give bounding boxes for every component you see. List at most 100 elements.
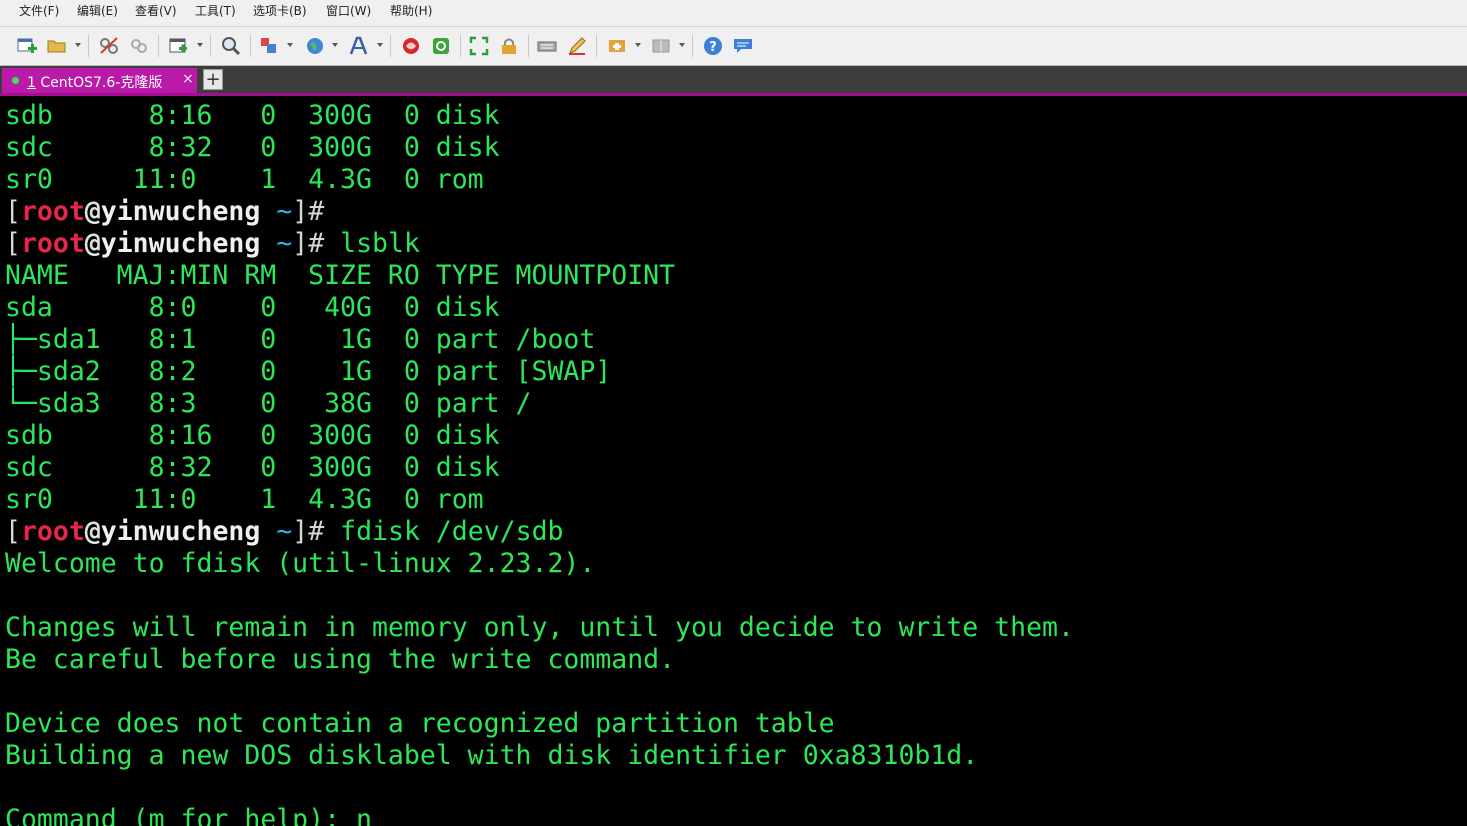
prompt-at: @ (84, 196, 101, 227)
menu-view[interactable]: 查看(V) (135, 4, 177, 18)
prompt-cwd: ~ (276, 228, 293, 259)
prompt-close-bracket: ]# (292, 228, 341, 259)
toolbar-separator (528, 35, 529, 57)
globe-icon[interactable] (304, 35, 326, 57)
prompt-line: [root@yinwucheng ~]# (5, 196, 1074, 228)
toolbar: ? (0, 27, 1467, 66)
session-tab-bar: 1 CentOS7.6-克隆版 × + (0, 66, 1467, 96)
output-line: Command (m for help): n (5, 804, 372, 826)
output-line: Be careful before using the write comman… (5, 644, 676, 675)
help-icon[interactable]: ? (702, 35, 724, 57)
output-line: Device does not contain a recognized par… (5, 708, 835, 739)
prompt-at: @ (84, 516, 101, 547)
prompt-line: [root@yinwucheng ~]# lsblk (5, 228, 1074, 260)
toolbar-separator (596, 35, 597, 57)
layout-icon[interactable] (650, 35, 672, 57)
transfer-icon[interactable] (258, 35, 280, 57)
command-text: fdisk /dev/sdb (340, 516, 564, 547)
prompt-host: yinwucheng (100, 516, 261, 547)
keyboard-icon[interactable] (536, 35, 558, 57)
add-tab-button[interactable]: + (203, 69, 223, 90)
toolbar-separator (250, 35, 251, 57)
menu-window[interactable]: 窗口(W) (326, 4, 371, 18)
pen-icon[interactable] (566, 35, 588, 57)
prompt-cwd: ~ (276, 196, 293, 227)
font-icon[interactable] (348, 35, 370, 57)
font-dropdown-icon[interactable] (377, 43, 383, 47)
toolbar-separator (158, 35, 159, 57)
prompt-host: yinwucheng (100, 196, 261, 227)
new-window-dropdown-icon[interactable] (197, 43, 203, 47)
menu-bar: 文件(F) 编辑(E) 查看(V) 工具(T) 选项卡(B) 窗口(W) 帮助(… (0, 0, 1467, 27)
menu-edit[interactable]: 编辑(E) (77, 4, 118, 18)
globe-dropdown-icon[interactable] (332, 43, 338, 47)
disconnect-icon[interactable] (98, 35, 120, 57)
output-line: NAME MAJ:MIN RM SIZE RO TYPE MOUNTPOINT (5, 260, 676, 291)
tab-number: 1 (27, 75, 36, 91)
prompt-user: root (20, 196, 85, 227)
output-line: ├─sda2 8:2 0 1G 0 part [SWAP] (5, 356, 612, 387)
prompt-host: yinwucheng (100, 228, 261, 259)
prompt-open-bracket: [ (5, 516, 21, 547)
menu-tabs[interactable]: 选项卡(B) (253, 4, 307, 18)
prompt-user: root (20, 516, 85, 547)
reconnect-icon[interactable] (128, 35, 150, 57)
compose-icon[interactable] (606, 35, 628, 57)
tab-centos-clone[interactable]: 1 CentOS7.6-克隆版 × (2, 68, 197, 93)
new-window-icon[interactable] (168, 35, 190, 57)
menu-file[interactable]: 文件(F) (19, 4, 59, 18)
connected-status-icon (12, 77, 19, 84)
output-line: Welcome to fdisk (util-linux 2.23.2). (5, 548, 596, 579)
find-icon[interactable] (220, 35, 242, 57)
transfer-dropdown-icon[interactable] (287, 43, 293, 47)
lock-icon[interactable] (498, 35, 520, 57)
output-line: Building a new DOS disklabel with disk i… (5, 740, 979, 771)
output-line: sdc 8:32 0 300G 0 disk (5, 452, 500, 483)
open-dropdown-icon[interactable] (75, 43, 81, 47)
prompt-close-bracket: ]# (292, 516, 341, 547)
command-text: lsblk (340, 228, 420, 259)
output-line: sdb 8:16 0 300G 0 disk (5, 420, 500, 451)
toolbar-separator (88, 35, 89, 57)
chat-icon[interactable] (732, 35, 754, 57)
new-session-icon[interactable] (16, 35, 38, 57)
prompt-open-bracket: [ (5, 196, 21, 227)
open-folder-icon[interactable] (46, 35, 68, 57)
output-line: sdb 8:16 0 300G 0 disk (5, 100, 500, 131)
output-line: sda 8:0 0 40G 0 disk (5, 292, 500, 323)
output-line: sr0 11:0 1 4.3G 0 rom (5, 164, 484, 195)
output-line: └─sda3 8:3 0 38G 0 part / (5, 388, 532, 419)
toolbar-separator (460, 35, 461, 57)
toolbar-separator (210, 35, 211, 57)
tab-label: 1 CentOS7.6-克隆版 (27, 72, 162, 92)
output-line: sr0 11:0 1 4.3G 0 rom (5, 484, 484, 515)
toolbar-separator (390, 35, 391, 57)
svg-text:?: ? (709, 40, 717, 55)
prompt-user: root (20, 228, 85, 259)
tab-close-icon[interactable]: × (182, 71, 194, 87)
output-line: sdc 8:32 0 300G 0 disk (5, 132, 500, 163)
prompt-line: [root@yinwucheng ~]# fdisk /dev/sdb (5, 516, 1074, 548)
layout-dropdown-icon[interactable] (679, 43, 685, 47)
prompt-cwd: ~ (276, 516, 293, 547)
output-line: Changes will remain in memory only, unti… (5, 612, 1074, 643)
xshell-green-icon[interactable] (430, 35, 452, 57)
prompt-open-bracket: [ (5, 228, 21, 259)
terminal-output[interactable]: sdb 8:16 0 300G 0 disk sdc 8:32 0 300G 0 … (0, 96, 1467, 826)
fullscreen-icon[interactable] (468, 35, 490, 57)
prompt-at: @ (84, 228, 101, 259)
menu-tools[interactable]: 工具(T) (195, 4, 236, 18)
compose-dropdown-icon[interactable] (635, 43, 641, 47)
prompt-close-bracket: ]# (292, 196, 341, 227)
terminal-lines: sdb 8:16 0 300G 0 disk sdc 8:32 0 300G 0 … (5, 100, 1074, 826)
tab-title: CentOS7.6-克隆版 (35, 75, 163, 91)
xftp-icon[interactable] (400, 35, 422, 57)
toolbar-separator (692, 35, 693, 57)
menu-help[interactable]: 帮助(H) (390, 4, 432, 18)
